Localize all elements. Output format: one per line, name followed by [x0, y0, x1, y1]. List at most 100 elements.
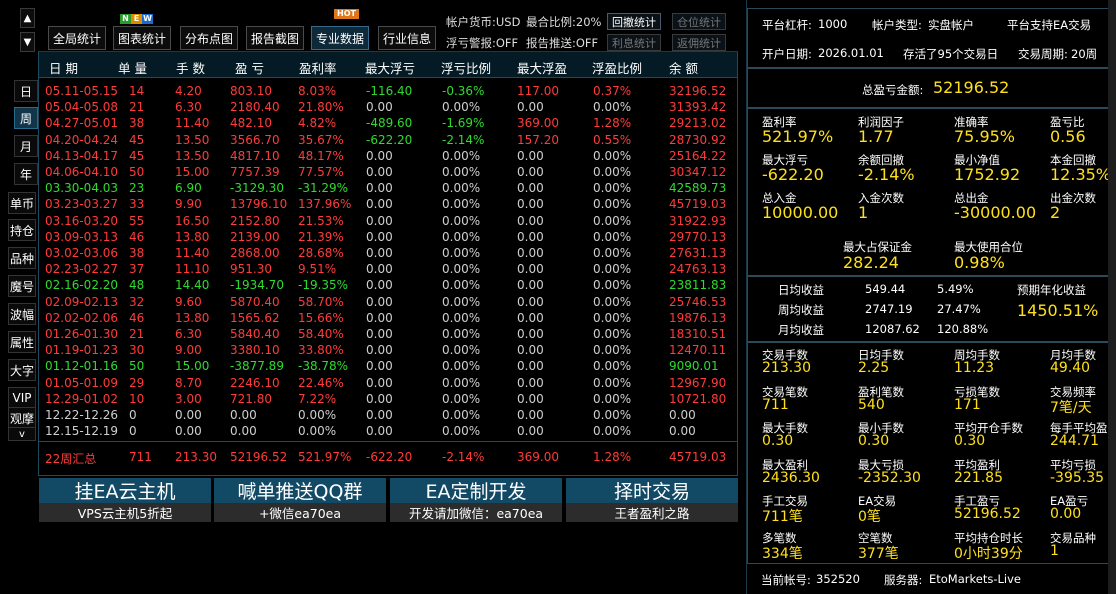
- row-lots: 9.90: [175, 197, 202, 212]
- header-float-loss-ratio[interactable]: 浮亏比例: [441, 58, 491, 77]
- table-row[interactable]: 04.27-05.01 38 11.40 482.10 4.82% -489.60 -1.6…: [39, 116, 737, 132]
- collapse-chevron-icon[interactable]: v: [8, 427, 36, 441]
- row-float-profit-ratio: 0.00%: [593, 100, 632, 115]
- summary-float-profit-ratio: 1.28%: [593, 450, 632, 464]
- row-profit-rate: 15.66%: [298, 310, 344, 325]
- stat-value: -395.35: [1050, 469, 1105, 486]
- report-screenshot-button[interactable]: 报告截图: [246, 26, 304, 50]
- server-name: EtoMarkets-Live: [929, 572, 1021, 586]
- table-row[interactable]: 03.16-03.20 55 16.50 2152.80 21.53% 0.00 0.00%…: [39, 214, 737, 230]
- header-max-float-loss[interactable]: 最大浮亏: [365, 58, 415, 77]
- pro-data-button[interactable]: 专业数据: [311, 26, 369, 50]
- table-row[interactable]: 04.06-04.10 50 15.00 7757.39 77.57% 0.00 0.00%…: [39, 165, 737, 181]
- table-row[interactable]: 12.15-12.19 0 0.00 0.00 0.00% 0.00 0.00% 0.00 0.…: [39, 424, 737, 440]
- report-push-text[interactable]: 报告推送:OFF: [526, 35, 598, 51]
- row-lots: 13.80: [175, 310, 210, 325]
- attributes-button[interactable]: 属性: [8, 331, 36, 353]
- table-row[interactable]: 02.23-02.27 37 11.10 951.30 9.51% 0.00 0.00% 0.…: [39, 262, 737, 278]
- interest-stats-button[interactable]: 利息统计: [607, 34, 661, 51]
- header-orders[interactable]: 单 量: [118, 58, 147, 77]
- symbols-button[interactable]: 品种: [8, 247, 36, 269]
- drawdown-stats-button[interactable]: 回撤统计: [607, 13, 661, 30]
- table-row[interactable]: 01.26-01.30 21 6.30 5840.40 58.40% 0.00 0.00% 0…: [39, 327, 737, 343]
- single-currency-button[interactable]: 单币: [8, 192, 36, 214]
- row-balance: 23811.83: [669, 278, 727, 293]
- header-profit-rate[interactable]: 盈利率: [299, 58, 337, 77]
- row-profit-rate: 58.70%: [298, 294, 344, 309]
- table-row[interactable]: 03.23-03.27 33 9.90 13796.10 137.96% 0.00 0.00…: [39, 197, 737, 213]
- table-row[interactable]: 05.04-05.08 21 6.30 2180.40 21.80% 0.00 0.00% 0…: [39, 100, 737, 116]
- volatility-button[interactable]: 波幅: [8, 303, 36, 325]
- period-week-button[interactable]: 周: [14, 107, 38, 129]
- observe-button[interactable]: 观摩: [8, 407, 36, 429]
- period-month-button[interactable]: 月: [14, 135, 38, 157]
- header-profit[interactable]: 盈 亏: [235, 58, 264, 77]
- table-row[interactable]: 02.09-02.13 32 9.60 5870.40 58.70% 0.00 0.00% 0…: [39, 295, 737, 311]
- row-balance: 29213.02: [669, 116, 727, 131]
- table-row[interactable]: 04.13-04.17 45 13.50 4817.10 48.17% 0.00 0.00%…: [39, 149, 737, 165]
- row-max-float-loss: 0.00: [366, 165, 393, 179]
- table-row[interactable]: 03.02-03.06 38 11.40 2868.00 28.68% 0.00 0.00%…: [39, 246, 737, 262]
- global-stats-button[interactable]: 全局统计: [48, 26, 106, 50]
- row-lots: 14.40: [175, 278, 210, 293]
- row-orders: 46: [129, 310, 145, 325]
- table-row[interactable]: 05.11-05.15 14 4.20 803.10 8.03% -116.40 -0.36…: [39, 84, 737, 100]
- row-float-loss-ratio: 0.00%: [442, 165, 481, 179]
- table-row[interactable]: 03.09-03.13 46 13.80 2139.00 21.39% 0.00 0.00%…: [39, 230, 737, 246]
- header-date[interactable]: 日 期: [49, 58, 78, 77]
- row-max-float-profit: 0.00: [517, 359, 544, 374]
- row-profit: 482.10: [230, 116, 272, 131]
- row-profit: -1934.70: [230, 278, 284, 293]
- row-max-float-profit: 0.00: [517, 165, 544, 179]
- promo-cloud-host[interactable]: 挂EA云主机 VPS云主机5折起: [39, 478, 211, 522]
- promo-signal-group[interactable]: 喊单推送QQ群 +微信ea70ea: [214, 478, 386, 522]
- float-warning-text[interactable]: 浮亏警报:OFF: [446, 35, 518, 51]
- header-lots[interactable]: 手 数: [176, 58, 205, 77]
- table-row[interactable]: 02.16-02.20 48 14.40 -1934.70 -19.35% 0.00 0.0…: [39, 278, 737, 294]
- footer-info: 当前帐号: 352520 服务器: EtoMarkets-Live: [747, 566, 1109, 592]
- table-row[interactable]: 12.22-12.26 0 0.00 0.00 0.00% 0.00 0.00% 0.00 0.…: [39, 408, 737, 424]
- table-row[interactable]: 01.05-01.09 29 8.70 2246.10 22.46% 0.00 0.00% 0…: [39, 376, 737, 392]
- table-row[interactable]: 02.02-02.06 46 13.80 1565.62 15.66% 0.00 0.00%…: [39, 311, 737, 327]
- period-year-button[interactable]: 年: [14, 163, 38, 185]
- panel-scrollbar[interactable]: [1108, 0, 1116, 594]
- header-float-profit-ratio[interactable]: 浮盈比例: [592, 58, 642, 77]
- chart-stats-button[interactable]: 图表统计: [113, 26, 171, 50]
- stat-value: 377笔: [858, 545, 899, 562]
- industry-info-button[interactable]: 行业信息: [378, 26, 436, 50]
- table-row[interactable]: 04.20-04.24 45 13.50 3566.70 35.67% -622.20 -2…: [39, 133, 737, 149]
- rebate-stats-button[interactable]: 返佣统计: [672, 34, 726, 51]
- row-float-loss-ratio: -0.36%: [442, 84, 485, 98]
- row-date: 03.09-03.13: [45, 229, 119, 244]
- table-row[interactable]: 03.30-04.03 23 6.90 -3129.30 -31.29% 0.00 0.00…: [39, 181, 737, 197]
- distribution-chart-button[interactable]: 分布点图: [180, 26, 238, 50]
- row-profit-rate: 21.39%: [298, 229, 344, 244]
- large-font-button[interactable]: 大字: [8, 359, 36, 381]
- row-balance: 24763.13: [669, 262, 727, 277]
- vip-button[interactable]: VIP: [8, 387, 36, 409]
- row-float-profit-ratio: 0.00%: [593, 327, 632, 341]
- row-max-float-loss: 0.00: [366, 181, 393, 196]
- row-profit: 5840.40: [230, 327, 280, 341]
- magic-number-button[interactable]: 魔号: [8, 275, 36, 297]
- table-row[interactable]: 01.19-01.23 30 9.00 3380.10 33.80% 0.00 0.00% 0…: [39, 343, 737, 359]
- scroll-up-button[interactable]: ▲: [20, 8, 35, 28]
- account-stats-panel: 平台杠杆: 1000 帐户类型: 实盘帐户 平台支持EA交易 开户日期: 202…: [746, 0, 1116, 594]
- row-lots: 0.00: [175, 424, 202, 439]
- positions-button[interactable]: 持仓: [8, 219, 36, 241]
- promo-ea-custom[interactable]: EA定制开发 开发请加微信：ea70ea: [390, 478, 562, 522]
- promo-timing-trade[interactable]: 择时交易 王者盈利之路: [566, 478, 738, 522]
- table-header: 日 期 单 量 手 数 盈 亏 盈利率 最大浮亏 浮亏比例 最大浮盈 浮盈比例 …: [39, 52, 737, 78]
- scroll-down-button[interactable]: ▼: [20, 32, 35, 52]
- header-max-float-profit[interactable]: 最大浮盈: [517, 58, 567, 77]
- row-max-float-profit: 0.00: [517, 181, 544, 196]
- table-row[interactable]: 01.12-01.16 50 15.00 -3877.89 -38.78% 0.00 0.0…: [39, 359, 737, 375]
- row-float-profit-ratio: 0.00%: [593, 294, 632, 309]
- table-row[interactable]: 12.29-01.02 10 3.00 721.80 7.22% 0.00 0.00% 0.0…: [39, 392, 737, 408]
- header-balance[interactable]: 余 额: [669, 58, 698, 77]
- row-max-float-loss: -116.40: [366, 84, 413, 98]
- position-stats-button[interactable]: 仓位统计: [672, 13, 726, 30]
- row-float-profit-ratio: 0.00%: [593, 197, 632, 212]
- period-day-button[interactable]: 日: [14, 80, 38, 102]
- row-float-profit-ratio: 0.00%: [593, 343, 632, 358]
